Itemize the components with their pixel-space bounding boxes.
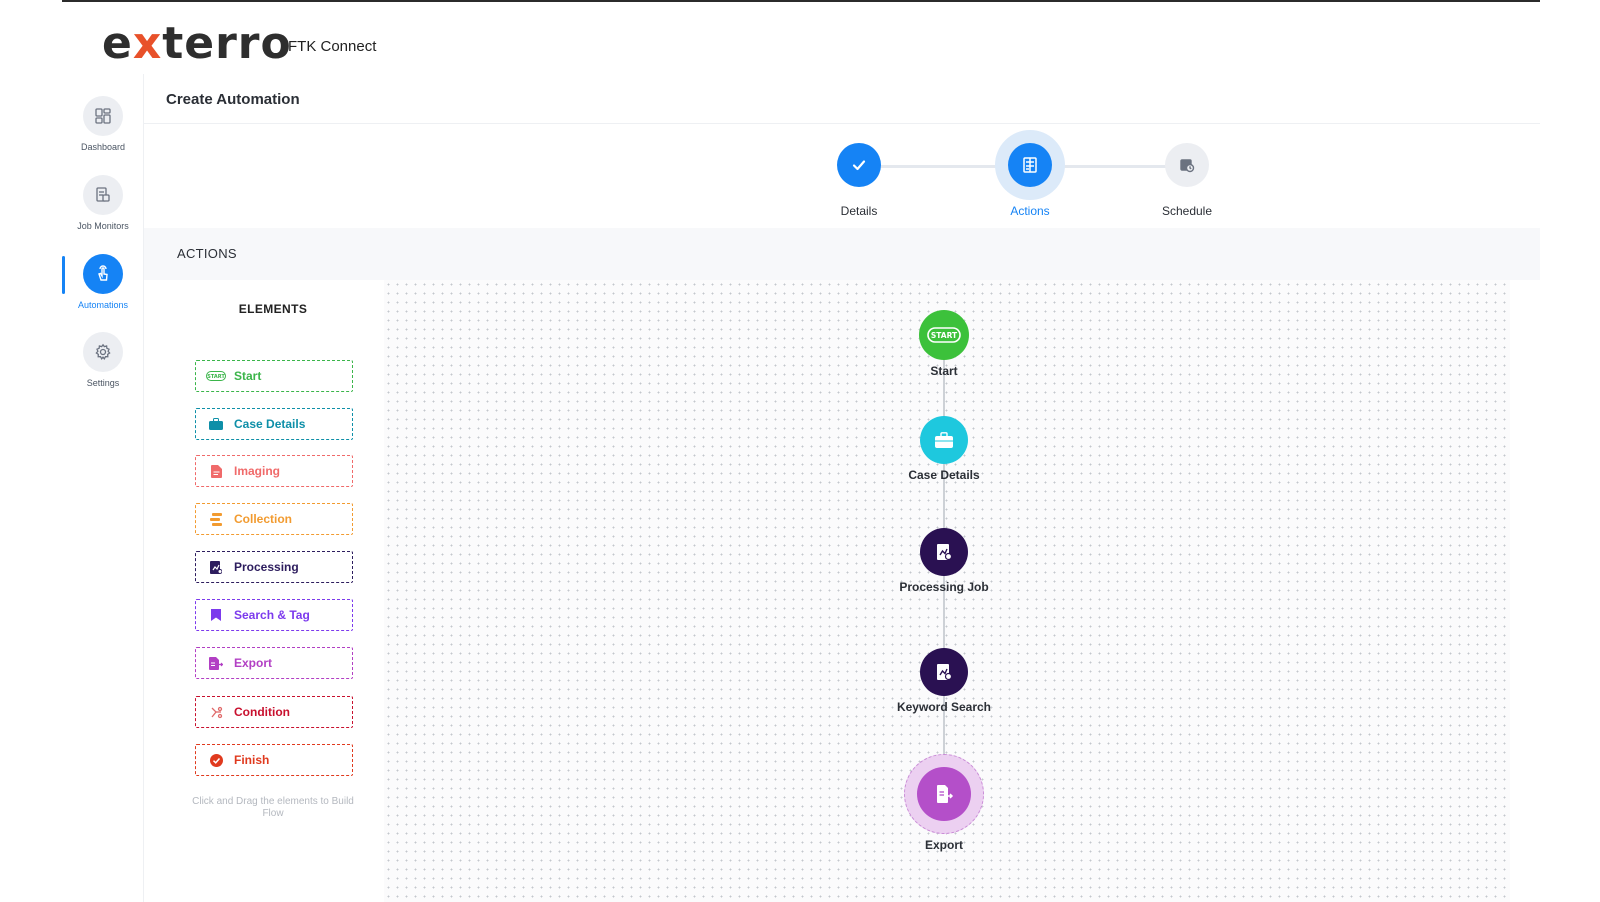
element-finish[interactable]: Finish — [195, 744, 353, 776]
element-collection[interactable]: Collection — [195, 503, 353, 535]
element-label: Export — [234, 656, 273, 670]
check-circle-icon — [206, 753, 226, 767]
logo-text-suffix: terro — [162, 18, 292, 69]
flow-node-keyword-search[interactable]: Keyword Search — [874, 648, 1014, 714]
page-title: Create Automation — [166, 91, 300, 108]
elements-title: ELEMENTS — [238, 302, 308, 316]
document-icon — [206, 464, 226, 478]
job-monitor-icon — [83, 175, 123, 215]
svg-text:START: START — [931, 331, 958, 340]
element-start[interactable]: START Start — [195, 360, 353, 392]
collection-icon — [206, 512, 226, 526]
flow-node-label: Start — [930, 364, 958, 378]
sidebar-item-job-monitors[interactable]: Job Monitors — [62, 175, 144, 231]
sidebar-item-label: Dashboard — [80, 142, 126, 152]
processing-icon — [206, 560, 226, 574]
logo-text-x: x — [132, 18, 163, 69]
svg-text:START: START — [207, 374, 225, 380]
app-frame: exterro FTK Connect Dashboard Job Monito… — [62, 0, 1540, 902]
step-halo — [995, 130, 1065, 200]
elements-palette: ELEMENTS START Start Case Details Imagin… — [162, 280, 384, 902]
sidebar-item-label: Settings — [86, 378, 120, 388]
page-header: Create Automation — [144, 74, 1540, 124]
flow-node-export[interactable]: Export — [874, 754, 1014, 852]
element-export[interactable]: Export — [195, 647, 353, 679]
drag-hint: Click and Drag the elements to Build Flo… — [192, 796, 354, 819]
export-icon — [917, 767, 971, 821]
sidebar-item-dashboard[interactable]: Dashboard — [62, 96, 144, 152]
top-bar: exterro FTK Connect — [62, 2, 1540, 74]
flow-node-label: Keyword Search — [896, 700, 992, 714]
wizard-stepper: Details Actions Schedule — [144, 124, 1540, 228]
start-badge-icon: START — [206, 369, 226, 383]
main-content: Create Automation Details Actions Schedu… — [144, 74, 1540, 902]
element-label: Finish — [234, 753, 270, 767]
actions-title: ACTIONS — [177, 246, 237, 261]
flow-icon — [1008, 143, 1052, 187]
element-imaging[interactable]: Imaging — [195, 455, 353, 487]
briefcase-icon — [920, 416, 968, 464]
element-processing[interactable]: Processing — [195, 551, 353, 583]
selected-node-halo — [904, 754, 984, 834]
processing-icon — [920, 528, 968, 576]
element-case-details[interactable]: Case Details — [195, 408, 353, 440]
step-halo — [824, 130, 894, 200]
step-label: Schedule — [1161, 204, 1213, 218]
processing-icon — [920, 648, 968, 696]
export-icon — [206, 656, 226, 670]
briefcase-icon — [206, 417, 226, 431]
element-label: Condition — [234, 705, 290, 719]
step-halo — [1152, 130, 1222, 200]
sidebar-item-label: Automations — [77, 300, 129, 310]
step-schedule[interactable]: Schedule — [1127, 130, 1247, 218]
sidebar-item-settings[interactable]: Settings — [62, 332, 144, 388]
actions-section-header: ACTIONS — [144, 228, 1540, 280]
start-badge-icon: START — [919, 310, 969, 360]
flow-node-label: Case Details — [908, 468, 980, 482]
sidebar-nav: Dashboard Job Monitors Automations Setti… — [62, 74, 144, 902]
element-label: Imaging — [234, 464, 281, 478]
exterro-logo[interactable]: exterro — [102, 20, 292, 68]
element-label: Processing — [234, 560, 299, 574]
flow-node-start[interactable]: START Start — [874, 310, 1014, 378]
step-details[interactable]: Details — [799, 130, 919, 218]
gear-icon — [83, 332, 123, 372]
step-label: Details — [840, 204, 878, 218]
flow-node-label: Export — [924, 838, 963, 852]
element-search-tag[interactable]: Search & Tag — [195, 599, 353, 631]
flow-node-label: Processing Job — [899, 580, 989, 594]
condition-icon — [206, 705, 226, 719]
element-label: Collection — [234, 512, 293, 526]
logo-text-prefix: e — [102, 18, 133, 69]
check-icon — [837, 143, 881, 187]
element-label: Start — [234, 369, 262, 383]
flow-node-case-details[interactable]: Case Details — [874, 416, 1014, 482]
step-label: Actions — [1010, 204, 1050, 218]
element-label: Search & Tag — [234, 608, 310, 622]
dashboard-icon — [83, 96, 123, 136]
schedule-icon — [1165, 143, 1209, 187]
element-condition[interactable]: Condition — [195, 696, 353, 728]
step-actions[interactable]: Actions — [970, 130, 1090, 218]
product-name: FTK Connect — [288, 38, 377, 55]
element-label: Case Details — [234, 417, 306, 431]
sidebar-item-automations[interactable]: Automations — [62, 254, 144, 310]
sidebar-item-label: Job Monitors — [77, 221, 129, 231]
automation-hand-icon — [83, 254, 123, 294]
bookmark-icon — [206, 608, 226, 622]
flow-node-processing-job[interactable]: Processing Job — [874, 528, 1014, 594]
flow-canvas[interactable]: START Start Case Details Processing Job — [384, 280, 1510, 902]
